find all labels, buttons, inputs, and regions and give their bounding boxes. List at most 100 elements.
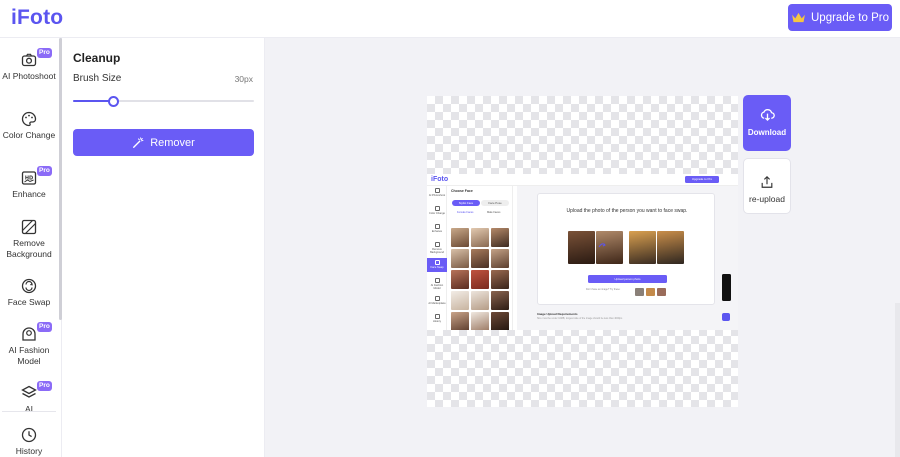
embedded-side-item: AI Fashion Model	[427, 278, 447, 290]
embedded-side-item: History	[427, 314, 447, 323]
swap-arrow-icon	[598, 243, 606, 248]
sidebar-item-ai-photoshoot[interactable]: Pro AI Photoshoot	[0, 48, 58, 82]
embedded-side-item: AI Photoshoot	[427, 188, 447, 197]
hd-icon: HD	[21, 171, 37, 185]
slider-thumb[interactable]	[107, 96, 119, 107]
embedded-side-item: Enhance	[427, 224, 447, 233]
sidebar-item-label: AI	[24, 404, 34, 414]
embedded-logo: iFoto	[431, 176, 449, 183]
embedded-sidebar: AI Photoshoot Color Change Enhance Remov…	[427, 186, 447, 330]
camera-icon	[21, 53, 37, 67]
face-thumbnail	[451, 312, 469, 330]
embedded-upload-card: Upload the photo of the person you want …	[537, 193, 715, 305]
embedded-tab-stylist: Stylist Face	[452, 200, 480, 206]
re-upload-label: re-upload	[749, 194, 785, 204]
face-thumbnail	[451, 270, 469, 289]
sidebar-item-history[interactable]: History	[0, 427, 58, 457]
face-thumbnail	[471, 228, 489, 247]
embedded-tab-pose: Face Pose	[481, 200, 509, 206]
upgrade-to-pro-button[interactable]: Upgrade to Pro	[788, 4, 892, 31]
app-logo[interactable]: iFoto	[11, 6, 63, 30]
window-edge	[895, 303, 900, 457]
face-thumbnail	[491, 228, 509, 247]
sidebar-item-ai-fashion-model[interactable]: Pro AI Fashion Model	[0, 322, 58, 367]
embedded-side-item: Color Change	[427, 206, 447, 215]
face-thumbnail	[451, 291, 469, 310]
embedded-upgrade-button: Upgrade to Pro	[685, 176, 719, 183]
upgrade-label: Upgrade to Pro	[811, 11, 889, 24]
face-thumbnail	[471, 270, 489, 289]
embedded-male-tab: Male Faces	[487, 211, 501, 214]
face-thumbnail	[471, 291, 489, 310]
sidebar-item-enhance[interactable]: Pro HD Enhance	[0, 166, 58, 200]
upload-icon	[761, 175, 773, 188]
sample-photo	[629, 231, 656, 264]
sample-photo	[657, 231, 684, 264]
magic-wand-icon	[133, 136, 144, 148]
layers-icon	[21, 385, 37, 398]
sample-photo	[568, 231, 595, 264]
re-upload-button[interactable]: re-upload	[743, 158, 791, 214]
crown-icon	[792, 12, 805, 23]
face-thumbnail	[491, 312, 509, 330]
pro-badge: Pro	[37, 48, 52, 58]
embedded-upload-button: Upload person photo	[588, 275, 667, 283]
pro-badge: Pro	[37, 322, 52, 332]
result-image: iFoto Upgrade to Pro AI Photoshoot Color…	[427, 174, 738, 330]
face-thumbnail	[451, 228, 469, 247]
embedded-choose-face: Choose Face	[451, 189, 473, 193]
face-thumbnail	[491, 291, 509, 310]
sidebar-item-color-change[interactable]: Color Change	[0, 111, 58, 141]
download-label: Download	[747, 128, 787, 137]
remover-label: Remover	[150, 136, 195, 149]
remover-button[interactable]: Remover	[73, 129, 254, 156]
clock-icon	[21, 427, 37, 443]
embedded-female-tab: Female Faces	[457, 211, 474, 214]
pro-badge: Pro	[37, 381, 52, 391]
embedded-main: Upload the photo of the person you want …	[517, 186, 738, 330]
embedded-hint: Don't have an image? Try these:	[586, 288, 621, 291]
embedded-requirements-text: Size must be under 10MB, longest side of…	[537, 317, 623, 320]
palette-icon	[21, 111, 37, 127]
embedded-requirements-title: Image Upload Requirements	[537, 312, 578, 316]
embedded-float-button	[722, 313, 730, 321]
sidebar-item-label: Face Swap	[7, 297, 51, 307]
embedded-face-grid	[451, 228, 511, 330]
embedded-side-item: AI Marketplace	[427, 296, 447, 305]
sidebar-item-label: Remove Background	[6, 238, 52, 259]
cloud-download-icon	[760, 109, 775, 122]
embedded-face-panel: Choose Face Stylist Face Face Pose Femal…	[447, 186, 513, 330]
tool-sidebar: Pro AI Photoshoot Color Change Pro HD En…	[0, 38, 62, 457]
sidebar-item-label: Color Change	[2, 130, 56, 140]
mini-thumbnail	[646, 288, 655, 296]
face-thumbnail	[471, 312, 489, 330]
pro-badge: Pro	[37, 166, 52, 176]
model-icon	[22, 327, 36, 341]
brush-size-value: 30px	[234, 74, 253, 84]
embedded-dark-widget	[722, 274, 731, 301]
embedded-card-title: Upload the photo of the person you want …	[566, 208, 688, 214]
sidebar-item-face-swap[interactable]: Face Swap	[0, 278, 58, 308]
mini-thumbnail	[657, 288, 666, 296]
sidebar-item-remove-background[interactable]: Remove Background	[0, 219, 58, 260]
sidebar-item-label: AI Fashion Model	[8, 345, 50, 366]
face-thumbnail	[491, 270, 509, 289]
panel-title: Cleanup	[73, 51, 121, 65]
face-thumbnail	[471, 249, 489, 268]
sidebar-divider	[2, 411, 56, 412]
sidebar-item-label: Enhance	[12, 189, 46, 199]
brush-size-label: Brush Size	[73, 73, 122, 84]
face-swap-icon	[21, 278, 37, 294]
mini-thumbnail	[635, 288, 644, 296]
sidebar-item-label: AI Photoshoot	[2, 71, 56, 81]
face-thumbnail	[451, 249, 469, 268]
cleanup-panel: Cleanup Brush Size 30px Remover	[62, 38, 265, 457]
top-header: iFoto Upgrade to Pro	[0, 0, 900, 38]
slider-fill	[73, 100, 113, 102]
embedded-side-item-active: Face Swap	[427, 258, 447, 272]
download-button[interactable]: Download	[743, 95, 791, 151]
embedded-side-item: Remove Background	[427, 242, 447, 254]
face-thumbnail	[491, 249, 509, 268]
brush-size-slider[interactable]	[73, 96, 254, 107]
sidebar-item-label: History	[15, 446, 43, 456]
